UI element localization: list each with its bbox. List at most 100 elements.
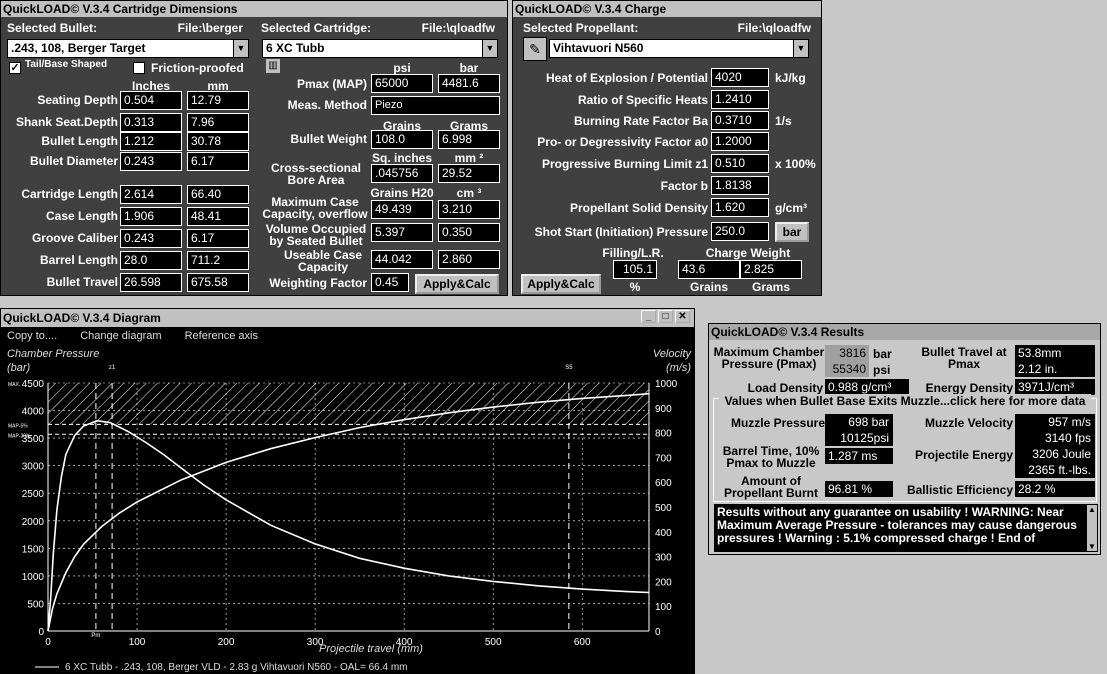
y2-tick-label: 800	[655, 429, 672, 440]
warning-scrollbar[interactable]: ▲ ▼	[1086, 504, 1098, 552]
shot-start-unit-button[interactable]: bar	[775, 222, 809, 242]
volume-occupied-cm3[interactable]: 0.350	[438, 223, 500, 242]
pressure-curve	[47, 419, 650, 632]
max-capacity-gr[interactable]: 49.439	[371, 200, 433, 219]
meas-method-field[interactable]: Piezo	[371, 96, 500, 115]
dim-inches[interactable]: 28.0	[120, 251, 182, 270]
useable-capacity-cm3[interactable]: 2.860	[438, 250, 500, 269]
charge-param-value[interactable]: 4020	[711, 68, 769, 87]
tail-base-checkbox[interactable]: ✓	[9, 62, 21, 74]
dim-mm[interactable]: 30.78	[187, 132, 249, 151]
y-tick-label: 4000	[22, 407, 45, 418]
menu-reference-axis[interactable]: Reference axis	[185, 330, 258, 342]
chevron-down-icon[interactable]: ▼	[233, 40, 248, 57]
charge-param-value[interactable]: 0.3710	[711, 111, 769, 130]
charge-param-label: Heat of Explosion / Potential	[545, 71, 708, 85]
bore-area-sqin[interactable]: .045756	[371, 164, 433, 183]
charge-param-value[interactable]: 250.0	[711, 222, 769, 241]
volume-occupied-gr[interactable]: 5.397	[371, 223, 433, 242]
menu-copy-to[interactable]: Copy to....	[7, 330, 57, 342]
chevron-down-icon[interactable]: ▼	[482, 40, 497, 57]
charge-grains-field[interactable]: 43.6	[678, 260, 740, 279]
charge-param-value[interactable]: 0.510	[711, 154, 769, 173]
dim-mm[interactable]: 675.58	[187, 273, 249, 292]
useable-capacity-gr[interactable]: 44.042	[371, 250, 433, 269]
dim-inches[interactable]: 0.504	[120, 91, 182, 110]
charge-param-value[interactable]: 1.8138	[711, 176, 769, 195]
pmax-psi-field[interactable]: 65000	[371, 74, 433, 93]
cartridge-apply-calc-button[interactable]: Apply&Calc	[415, 274, 499, 294]
dim-mm[interactable]: 7.96	[187, 113, 249, 132]
charge-param-unit: x 100%	[775, 157, 816, 171]
muzzle-velocity-fps-unit: fps	[1074, 431, 1091, 445]
load-density-value: 0.988 g/cm³	[825, 379, 909, 395]
dim-inches[interactable]: 0.243	[120, 152, 182, 171]
maximize-icon[interactable]: □	[658, 310, 673, 323]
useable-capacity-label: Useable Case Capacity	[283, 248, 363, 274]
menu-change-diagram[interactable]: Change diagram	[80, 330, 161, 342]
dim-mm[interactable]: 66.40	[187, 185, 249, 204]
bullet-weight-grains[interactable]: 108.0	[371, 130, 433, 149]
y-tick-label: 1000	[22, 572, 45, 583]
muzzle-values-header[interactable]: Values when Bullet Base Exits Muzzle...c…	[719, 394, 1091, 408]
chevron-down-icon[interactable]: ▼	[793, 40, 808, 57]
legend-entry: 6 XC Tubb - .243, 108, Berger VLD - 2.83…	[65, 662, 408, 673]
tail-base-label: Tail/Base Shaped	[25, 59, 108, 70]
y-tick-label: 1500	[22, 544, 45, 555]
pressure-limit-label: MAP-20%	[8, 433, 31, 439]
dim-inches[interactable]: 0.313	[120, 113, 182, 132]
dim-mm[interactable]: 48.41	[187, 207, 249, 226]
dim-mm[interactable]: 12.79	[187, 91, 249, 110]
travel-in-value: 2.12	[1018, 362, 1042, 376]
scroll-down-icon[interactable]: ▼	[1087, 542, 1097, 551]
charge-param-value[interactable]: 1.2410	[711, 90, 769, 109]
charge-grams-field[interactable]: 2.825	[740, 260, 802, 279]
charge-param-value[interactable]: 1.620	[711, 198, 769, 217]
weighting-factor-field[interactable]: 0.45	[371, 273, 409, 292]
travel-mm-value: 53.8	[1018, 346, 1042, 360]
dim-inches[interactable]: 1.906	[120, 207, 182, 226]
cartridge-icon[interactable]: ▥	[266, 59, 280, 73]
propellant-icon[interactable]: ✎	[523, 37, 547, 61]
charge-param-label: Propellant Solid Density	[569, 201, 708, 215]
efficiency-unit: %	[1044, 482, 1056, 496]
filling-field[interactable]: 105.1	[613, 260, 657, 279]
charge-apply-calc-button[interactable]: Apply&Calc	[521, 274, 601, 294]
muzzle-pressure-psi: 10125psi	[825, 430, 893, 446]
bullet-weight-grams[interactable]: 6.998	[438, 130, 500, 149]
scroll-up-icon[interactable]: ▲	[1087, 505, 1097, 514]
charge-grains-unit: Grains	[689, 280, 728, 294]
y-tick-label: 0	[38, 627, 44, 638]
dim-label: Case Length	[45, 209, 118, 223]
dim-inches[interactable]: 26.598	[120, 273, 182, 292]
close-icon[interactable]: ✕	[675, 310, 690, 323]
bore-area-mm2[interactable]: 29.52	[438, 164, 500, 183]
charge-param-value[interactable]: 1.2000	[711, 132, 769, 151]
friction-proofed-checkbox[interactable]	[133, 62, 145, 74]
max-capacity-cm3[interactable]: 3.210	[438, 200, 500, 219]
dim-inches[interactable]: 0.243	[120, 229, 182, 248]
propellant-select[interactable]: Vihtavuori N560 ▼	[549, 39, 809, 58]
minimize-icon[interactable]: _	[641, 310, 656, 323]
dim-label: Bullet Diameter	[29, 154, 118, 168]
event-marker-label: z1	[109, 365, 116, 371]
energy-j-num: 3206	[1032, 447, 1059, 461]
dim-mm[interactable]: 6.17	[187, 229, 249, 248]
y2-tick-label: 1000	[655, 379, 678, 390]
charge-param-label: Burning Rate Factor Ba	[573, 114, 708, 128]
bullet-select-value: .243, 108, Berger Target	[11, 41, 146, 55]
cartridge-select[interactable]: 6 XC Tubb ▼	[262, 39, 498, 58]
event-marker-label: S5	[565, 365, 573, 371]
results-window-title: QuickLOAD© V.3.4 Results	[709, 324, 1100, 340]
charge-param-label: Factor b	[660, 179, 708, 193]
pmax-bar-field[interactable]: 4481.6	[438, 74, 500, 93]
cartridge-dimensions-window: QuickLOAD© V.3.4 Cartridge Dimensions Se…	[0, 0, 508, 296]
dim-inches[interactable]: 1.212	[120, 132, 182, 151]
dim-mm[interactable]: 711.2	[187, 251, 249, 270]
propellant-burnt-value: 96.81 %	[825, 481, 893, 497]
col-mm2-header: mm ²	[454, 151, 484, 165]
bullet-select[interactable]: .243, 108, Berger Target ▼	[7, 39, 249, 58]
dim-label: Bullet Length	[41, 134, 118, 148]
dim-inches[interactable]: 2.614	[120, 185, 182, 204]
dim-mm[interactable]: 6.17	[187, 152, 249, 171]
